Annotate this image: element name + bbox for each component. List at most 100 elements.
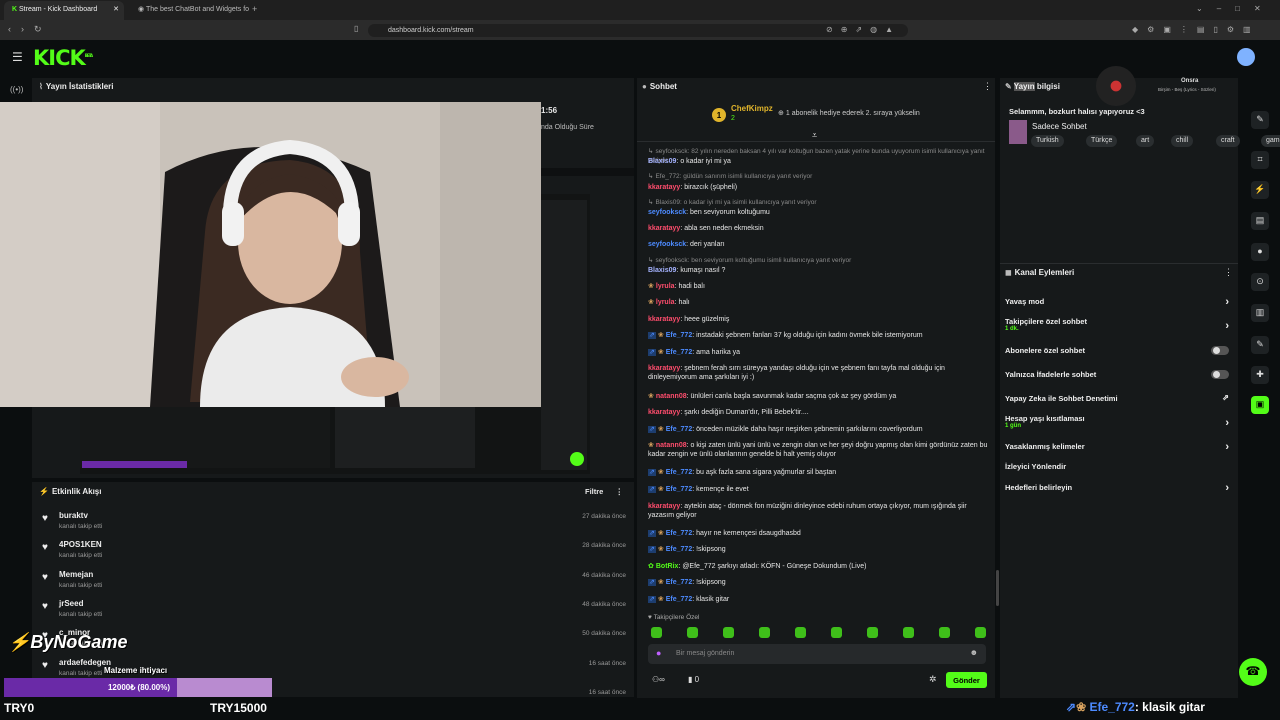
tag-chip[interactable]: art <box>1136 135 1155 147</box>
broadcast-icon[interactable]: ⊙ <box>1251 273 1269 291</box>
close-tab-icon[interactable]: ✕ <box>113 6 119 13</box>
nav-buttons[interactable]: ‹›↻ <box>8 24 52 35</box>
chat-message[interactable]: kkaratayy: abla sen neden ekmeksin <box>648 224 988 233</box>
chat-user-settings-icon[interactable]: ⚇∞ <box>652 675 665 684</box>
chat-reply-context[interactable]: ↳ Blaxis09: o kadar iyi mi ya isimli kull… <box>648 198 988 207</box>
channel-action-item[interactable]: Yalnızca İfadelerle sohbet <box>1005 370 1235 388</box>
window-controls[interactable]: ⌄–□✕ <box>1196 4 1275 13</box>
emote-icon[interactable] <box>903 627 914 638</box>
emote-icon[interactable] <box>867 627 878 638</box>
chat-username[interactable]: Efe_772 <box>666 596 692 603</box>
chat-message[interactable]: kkaratayy: birazcık (şüpheli) <box>648 183 988 192</box>
chat-message[interactable]: ⇗ ❀ Efe_772: instadaki şebnem fanları 37 k… <box>648 331 988 340</box>
tag-chip[interactable]: chill <box>1171 135 1194 147</box>
chat-message[interactable]: kkaratayy: şebnem ferah sırrı süreyya ya… <box>648 364 988 382</box>
channel-action-item[interactable]: Hedefleri belirleyin › <box>1005 483 1235 501</box>
chat-message[interactable]: ⇗ ❀ Efe_772: klasik gitar <box>648 595 988 604</box>
chat-username[interactable]: kkaratayy <box>648 409 680 416</box>
chat-username[interactable]: Blaxis09 <box>648 158 676 165</box>
wrench-icon[interactable]: ✎ <box>1251 336 1269 354</box>
chevron-right-icon[interactable]: › <box>1225 418 1229 429</box>
chat-icon[interactable]: ● <box>1251 243 1269 261</box>
chevron-right-icon[interactable]: › <box>1225 483 1229 494</box>
browser-tab[interactable]: ◉ The best ChatBot and Widgets fo <box>130 1 250 20</box>
chat-username[interactable]: Efe_772 <box>666 426 692 433</box>
chat-message[interactable]: kkaratayy: aytekin ataç - dönmek fon müz… <box>648 502 988 520</box>
emote-icon[interactable] <box>975 627 986 638</box>
activity-item[interactable]: ♥ 4POS1KEN kanalı takip etti 28 dakika önce <box>40 539 630 568</box>
channel-action-item[interactable]: Yavaş mod › <box>1005 297 1235 315</box>
activity-item[interactable]: ♥ c_minor kanalı takip etti 50 dakika önce <box>40 627 630 656</box>
tag-chip[interactable]: craft <box>1216 135 1240 147</box>
document-icon[interactable]: ▤ <box>1251 212 1269 230</box>
chevron-right-icon[interactable]: › <box>1225 321 1229 332</box>
chat-username[interactable]: kkaratayy <box>648 225 680 232</box>
browser-tab-active[interactable]: K Stream - Kick Dashboard ✕ <box>4 1 124 20</box>
external-link-icon[interactable]: ⇗ <box>1222 394 1229 402</box>
chat-username[interactable]: Efe_772 <box>666 469 692 476</box>
chat-username[interactable]: Efe_772 <box>666 349 692 356</box>
chat-username[interactable]: BotRix <box>656 563 679 570</box>
support-chat-button[interactable]: ☎ <box>1239 658 1267 686</box>
chat-message[interactable]: seyfooksck: deri yanları <box>648 240 988 249</box>
broadcast-icon[interactable]: ((•)) <box>10 86 23 94</box>
channel-action-item[interactable]: Takipçilere özel sohbet 1 dk. › <box>1005 317 1235 335</box>
chat-message[interactable]: ❀ natann08: ünlüleri canla başla savunmak… <box>648 392 988 401</box>
activity-item[interactable]: ♥ buraktv kanalı takip etti 27 dakika önce <box>40 510 630 539</box>
category-name[interactable]: Sadece Sohbet <box>1032 122 1087 131</box>
chat-message[interactable]: Blaxis09: o kadar iyi mi ya <box>648 157 988 166</box>
webcam-video[interactable] <box>0 102 541 407</box>
chat-message[interactable]: kkaratayy: heee güzelmiş <box>648 315 988 324</box>
chat-reply-context[interactable]: ↳ seyfooksck: ben seviyorum koltuğumu isi… <box>648 256 988 265</box>
filter-button[interactable]: Filtre ⋮ <box>585 487 623 496</box>
chat-scrollbar[interactable] <box>996 570 999 606</box>
chat-username[interactable]: seyfooksck <box>648 209 686 216</box>
emote-icon[interactable] <box>795 627 806 638</box>
chat-message[interactable]: ⇗ ❀ Efe_772: hayır ne kemençesi dsaugdhasb… <box>648 529 988 538</box>
chat-message[interactable]: Blaxis09: kumaşı nasıl ? <box>648 266 988 275</box>
chat-username[interactable]: Efe_772 <box>666 530 692 537</box>
layout-icon[interactable]: ▣ <box>1251 396 1269 414</box>
channel-action-item[interactable]: İzleyici Yönlendir <box>1005 462 1235 480</box>
emote-icon[interactable] <box>759 627 770 638</box>
chat-username[interactable]: Efe_772 <box>666 486 692 493</box>
chat-username[interactable]: Efe_772 <box>666 546 692 553</box>
chat-username[interactable]: kkaratayy <box>648 184 680 191</box>
chat-username[interactable]: kkaratayy <box>648 316 680 323</box>
chat-message[interactable]: ⇗ ❀ Efe_772: önceden müzikle daha haşır ne… <box>648 425 988 434</box>
chat-username[interactable]: seyfooksck <box>648 241 686 248</box>
chat-message[interactable]: ⇗ ❀ Efe_772: kemençe ile evet <box>648 485 988 494</box>
chat-message[interactable]: ⇗ ❀ Efe_772: !skipsong <box>648 578 988 587</box>
pinned-user[interactable]: ChefKimpz <box>731 104 773 113</box>
url-actions[interactable]: ⊘⊕⇗◍▲ <box>826 25 901 34</box>
chat-message[interactable]: kkaratayy: şarkı dediğin Duman'dır, Pill… <box>648 408 988 417</box>
tag-chip[interactable]: Türkçe <box>1086 135 1118 147</box>
chat-username[interactable]: natann08 <box>656 393 687 400</box>
chat-username[interactable]: Blaxis09 <box>648 267 676 274</box>
chat-message[interactable]: ⇗ ❀ Efe_772: !skipsong <box>648 545 988 554</box>
tag-chip[interactable]: Turkish <box>1031 135 1064 147</box>
chat-message[interactable]: ⇗ ❀ Efe_772: ama harika ya <box>648 348 988 357</box>
library-icon[interactable]: ▥ <box>1251 304 1269 322</box>
emote-icon[interactable] <box>651 627 662 638</box>
activity-item[interactable]: ♥ jrSeed kanalı takip etti 48 dakika önce <box>40 598 630 627</box>
chat-message[interactable]: ✿ BotRix: @Efe_772 şarkıyı atladı: KÖFN -… <box>648 562 988 571</box>
channel-action-item[interactable]: Yapay Zeka ile Sohbet Denetimi ⇗ <box>1005 394 1235 412</box>
avatar[interactable] <box>1237 48 1255 66</box>
chat-reply-context[interactable]: ↳ Efe_772: güldün sanırım isimli kullanıc… <box>648 172 988 181</box>
chat-message[interactable]: seyfooksck: ben seviyorum koltuğumu <box>648 208 988 217</box>
lightning-icon[interactable]: ⚡ <box>1251 181 1269 199</box>
chat-username[interactable]: natann08 <box>656 442 687 449</box>
pencil-icon[interactable]: ✎ <box>1251 111 1269 129</box>
chat-message[interactable]: ❀ lyrula: halı <box>648 298 988 307</box>
settings-gear-icon[interactable]: ✲ <box>929 675 937 684</box>
emote-icon[interactable] <box>831 627 842 638</box>
activity-item[interactable]: ♥ Memejan kanalı takip etti 46 dakika önce <box>40 569 630 598</box>
chat-username[interactable]: lyrula <box>656 299 675 306</box>
actions-more-icon[interactable]: ⋮ <box>1224 268 1233 277</box>
chat-username[interactable]: Efe_772 <box>666 579 692 586</box>
channel-action-item[interactable]: Yasaklanmış kelimeler › <box>1005 442 1235 460</box>
chevron-right-icon[interactable]: › <box>1225 442 1229 453</box>
extension-icons[interactable]: ◆⚙▣⋮▤▯⚙▥ <box>1132 25 1260 34</box>
chevron-right-icon[interactable]: › <box>1225 297 1229 308</box>
